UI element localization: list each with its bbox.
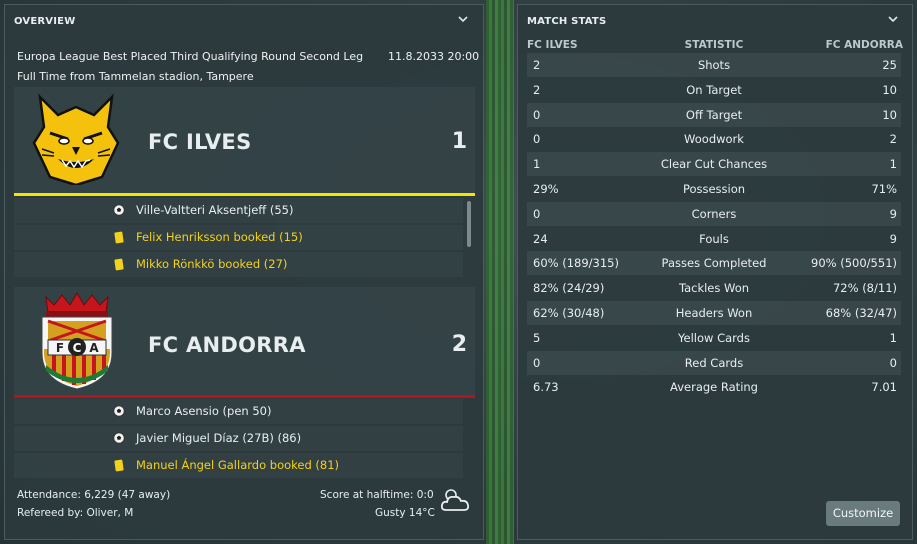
- away-score: 2: [451, 332, 467, 357]
- stat-label: Woodwork: [684, 132, 744, 147]
- event-row: Mikko Rönkkö booked (27): [14, 252, 463, 277]
- stat-label: Red Cards: [684, 355, 744, 370]
- chevron-down-icon[interactable]: [458, 14, 468, 24]
- stat-away-value: 7.01: [871, 380, 897, 395]
- stat-away-value: 9: [889, 231, 897, 246]
- home-team-row: FC ILVES 1: [14, 87, 475, 193]
- stat-row: 0 Red Cards 0: [527, 350, 901, 375]
- stat-row: 0 Corners 9: [527, 201, 901, 226]
- event-text[interactable]: Javier Miguel Díaz (27B) (86): [136, 431, 301, 445]
- event-row: Javier Miguel Díaz (27B) (86): [14, 426, 463, 451]
- fc-andorra-logo: C F A: [34, 291, 120, 391]
- stat-row: 62% (30/48) Headers Won 68% (32/47): [527, 301, 901, 325]
- stat-away-value: 0: [889, 355, 897, 370]
- overview-panel: OVERVIEW Europa League Best Placed Third…: [4, 4, 484, 540]
- event-row: Felix Henriksson booked (15): [14, 225, 463, 250]
- stat-row: 24 Fouls 9: [527, 227, 901, 251]
- stat-row: 60% (189/315) Passes Completed 90% (500/55…: [527, 251, 901, 276]
- event-text[interactable]: Manuel Ángel Gallardo booked (81): [136, 458, 339, 472]
- away-team-row: C F A FC ANDORRA 2: [14, 287, 475, 395]
- home-score: 1: [451, 129, 467, 154]
- stat-label: Average Rating: [670, 380, 758, 395]
- goal-icon: [113, 204, 125, 216]
- stat-away-value: 2: [889, 132, 897, 147]
- event-text[interactable]: Felix Henriksson booked (15): [136, 230, 303, 244]
- svg-text:A: A: [89, 341, 99, 355]
- stat-label: Fouls: [699, 231, 729, 246]
- stat-label: Off Target: [685, 107, 743, 122]
- stat-row: 29% Possession 71%: [527, 177, 901, 201]
- stat-row: 6.73 Average Rating 7.01: [527, 375, 901, 399]
- chevron-down-icon[interactable]: [888, 14, 898, 24]
- stat-row: 2 Shots 25: [527, 53, 901, 77]
- referee: Refereed by: Oliver, M: [17, 507, 134, 519]
- event-row: Ville-Valtteri Aksentjeff (55): [14, 198, 463, 223]
- match-stats-title: MATCH STATS: [527, 16, 607, 27]
- stat-away-value: 1: [889, 157, 897, 172]
- away-color-bar: [14, 395, 475, 398]
- stat-away-value: 1: [889, 330, 897, 345]
- stat-row: 0 Woodwork 2: [527, 127, 901, 151]
- goal-icon: [113, 405, 125, 417]
- event-text[interactable]: Mikko Rönkkö booked (27): [136, 257, 287, 271]
- stat-row: 82% (24/29) Tackles Won 72% (8/11): [527, 276, 901, 300]
- svg-text:C: C: [73, 341, 82, 355]
- stat-row: 0 Off Target 10: [527, 102, 901, 127]
- match-datetime: 11.8.2033 20:00: [388, 50, 480, 63]
- stat-away-value: 90% (500/551): [811, 256, 897, 271]
- event-text[interactable]: Ville-Valtteri Aksentjeff (55): [136, 203, 294, 217]
- weather: Gusty 14°C: [375, 507, 435, 519]
- stat-away-value: 9: [889, 206, 897, 221]
- cloud-icon: [439, 486, 471, 514]
- match-stats-panel: MATCH STATS FC ILVES STATISTIC FC ANDORR…: [517, 4, 913, 540]
- event-row: Manuel Ángel Gallardo booked (81): [14, 453, 463, 478]
- pitch-stripe: [486, 0, 514, 544]
- event-row: Marco Asensio (pen 50): [14, 399, 463, 424]
- stat-label: Corners: [691, 206, 737, 221]
- yellow-card-icon: [114, 258, 124, 271]
- col-header-away[interactable]: FC ANDORRA: [826, 39, 903, 51]
- competition-name: Europa League Best Placed Third Qualifyi…: [17, 50, 364, 63]
- stat-away-value: 10: [882, 82, 897, 97]
- stat-row: 5 Yellow Cards 1: [527, 326, 901, 350]
- goal-icon: [113, 432, 125, 444]
- overview-title: OVERVIEW: [14, 16, 76, 27]
- stat-away-value: 10: [882, 107, 897, 122]
- stat-away-value: 68% (32/47): [825, 306, 897, 320]
- home-color-bar: [14, 193, 475, 196]
- stat-away-value: 25: [882, 58, 897, 72]
- attendance: Attendance: 6,229 (47 away): [17, 489, 171, 501]
- stat-row: 2 On Target 10: [527, 78, 901, 102]
- customize-button[interactable]: Customize: [826, 501, 900, 526]
- event-text[interactable]: Marco Asensio (pen 50): [136, 404, 271, 418]
- svg-text:F: F: [56, 341, 64, 355]
- stat-label: Shots: [697, 58, 731, 72]
- venue-line: Full Time from Tammelan stadion, Tampere: [17, 70, 254, 83]
- stat-label: On Target: [686, 82, 742, 97]
- yellow-card-icon: [114, 231, 124, 244]
- stat-label: Yellow Cards: [678, 330, 750, 345]
- halftime-score: Score at halftime: 0:0: [320, 489, 434, 501]
- yellow-card-icon: [114, 459, 124, 472]
- events-scrollbar[interactable]: [467, 201, 471, 247]
- stat-away-value: 71%: [871, 182, 897, 196]
- away-team-name[interactable]: FC ANDORRA: [148, 333, 306, 357]
- stat-away-value: 72% (8/11): [832, 281, 897, 296]
- fc-ilves-logo: [28, 93, 124, 187]
- home-team-name[interactable]: FC ILVES: [148, 130, 252, 154]
- stat-label: Possession: [682, 182, 746, 196]
- stat-row: 1 Clear Cut Chances 1: [527, 152, 901, 177]
- stat-label: Clear Cut Chances: [660, 157, 768, 172]
